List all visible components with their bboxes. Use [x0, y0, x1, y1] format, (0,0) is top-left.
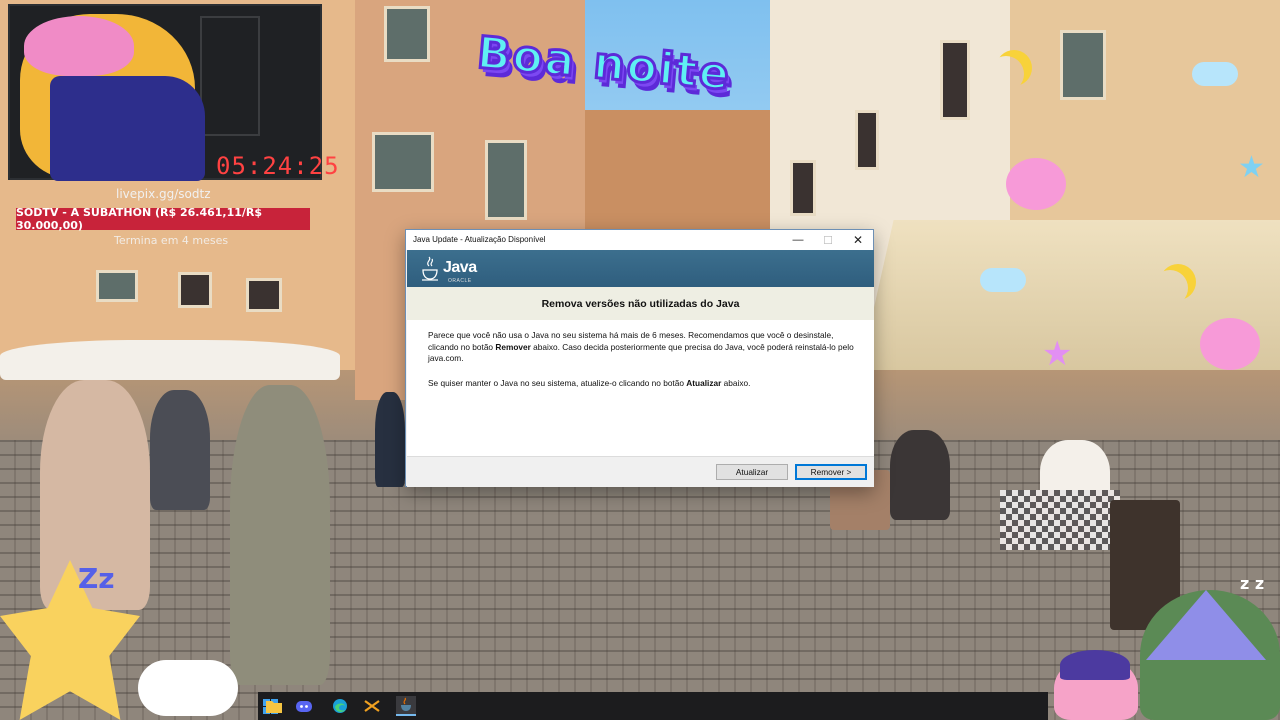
cloud-icon	[1192, 62, 1238, 86]
pink-cloud-icon	[1200, 318, 1260, 370]
subathon-note: Termina em 4 meses	[114, 234, 229, 247]
java-banner: Java ORACLE	[407, 250, 874, 287]
window	[1060, 30, 1106, 100]
dialog-body: Parece que você não usa o Java no seu si…	[407, 320, 874, 456]
window	[178, 272, 212, 308]
text-segment: Se quiser manter o Java no seu sistema, …	[428, 377, 687, 388]
sleeping-cap	[24, 16, 134, 76]
discord-logo-icon	[296, 701, 312, 712]
webcam-shelf	[200, 16, 260, 136]
donation-link: livepix.gg/sodtz	[116, 187, 211, 201]
sleep-zz-icon: Zz	[78, 562, 115, 595]
nightcap-sticker	[1060, 650, 1130, 680]
webcam-frame: 05:24:25	[8, 4, 339, 181]
pedestrian	[375, 392, 405, 487]
minimize-button[interactable]: —	[783, 230, 813, 250]
java-updater-icon[interactable]	[396, 696, 416, 716]
window	[384, 6, 430, 62]
text-segment: abaixo.	[721, 377, 751, 388]
update-instruction-text: Se quiser manter o Java no seu sistema, …	[428, 378, 854, 390]
pedestrian	[230, 385, 330, 685]
bone-blanket	[50, 76, 205, 181]
dialog-titlebar[interactable]: Java Update - Atualização Disponível — ☐…	[406, 230, 873, 250]
dialog-heading: Remova versões não utilizadas do Java	[541, 297, 740, 310]
edge-logo-icon	[333, 699, 347, 713]
stream-timer: 05:24:25	[216, 152, 340, 180]
crossed-tools-icon	[364, 700, 380, 712]
discord-icon[interactable]	[294, 696, 314, 716]
java-update-dialog: Java Update - Atualização Disponível — ☐…	[405, 229, 874, 487]
folder-icon	[266, 701, 282, 713]
java-cup-icon	[422, 256, 438, 281]
taskbar	[258, 692, 1048, 720]
cafe-patron	[890, 430, 950, 520]
window	[790, 160, 816, 216]
cafe-table	[1000, 490, 1120, 550]
cloud-sticker	[138, 660, 238, 716]
window	[855, 110, 879, 170]
dialog-footer: Atualizar Remover >	[407, 456, 874, 487]
window	[246, 278, 282, 312]
dialog-heading-band: Remova versões não utilizadas do Java	[407, 287, 874, 320]
window	[940, 40, 970, 120]
remove-button[interactable]: Remover >	[795, 464, 867, 480]
remove-emphasis: Remover	[495, 341, 531, 352]
cafe-umbrella	[0, 340, 340, 380]
pedestrian	[150, 390, 210, 510]
window	[96, 270, 138, 302]
oracle-wordmark: ORACLE	[448, 278, 472, 284]
close-button[interactable]: ✕	[843, 230, 873, 250]
edge-icon[interactable]	[330, 696, 350, 716]
remove-recommendation-text: Parece que você não usa o Java no seu si…	[428, 330, 854, 365]
java-wordmark: Java	[443, 259, 477, 276]
update-button[interactable]: Atualizar	[716, 464, 788, 480]
moon-icon	[1152, 270, 1188, 306]
star-icon: ★	[1238, 150, 1265, 185]
moon-icon	[988, 56, 1024, 92]
star-icon: ★	[1042, 334, 1073, 374]
file-explorer-icon[interactable]	[264, 696, 284, 716]
subathon-banner: SODTV - A SUBATHON (R$ 26.461,11/R$ 30.0…	[16, 206, 310, 232]
pink-cloud-icon	[1006, 158, 1066, 210]
java-cup-icon	[401, 697, 411, 711]
maximize-button[interactable]: ☐	[813, 230, 843, 250]
cloud-icon	[980, 268, 1026, 292]
java-logo: Java ORACLE	[421, 254, 491, 284]
window	[372, 132, 434, 192]
dialog-title: Java Update - Atualização Disponível	[413, 235, 546, 244]
update-emphasis: Atualizar	[686, 377, 722, 388]
app-icon[interactable]	[362, 696, 382, 716]
window	[485, 140, 527, 220]
sleep-zz-icon: z z	[1240, 574, 1265, 593]
